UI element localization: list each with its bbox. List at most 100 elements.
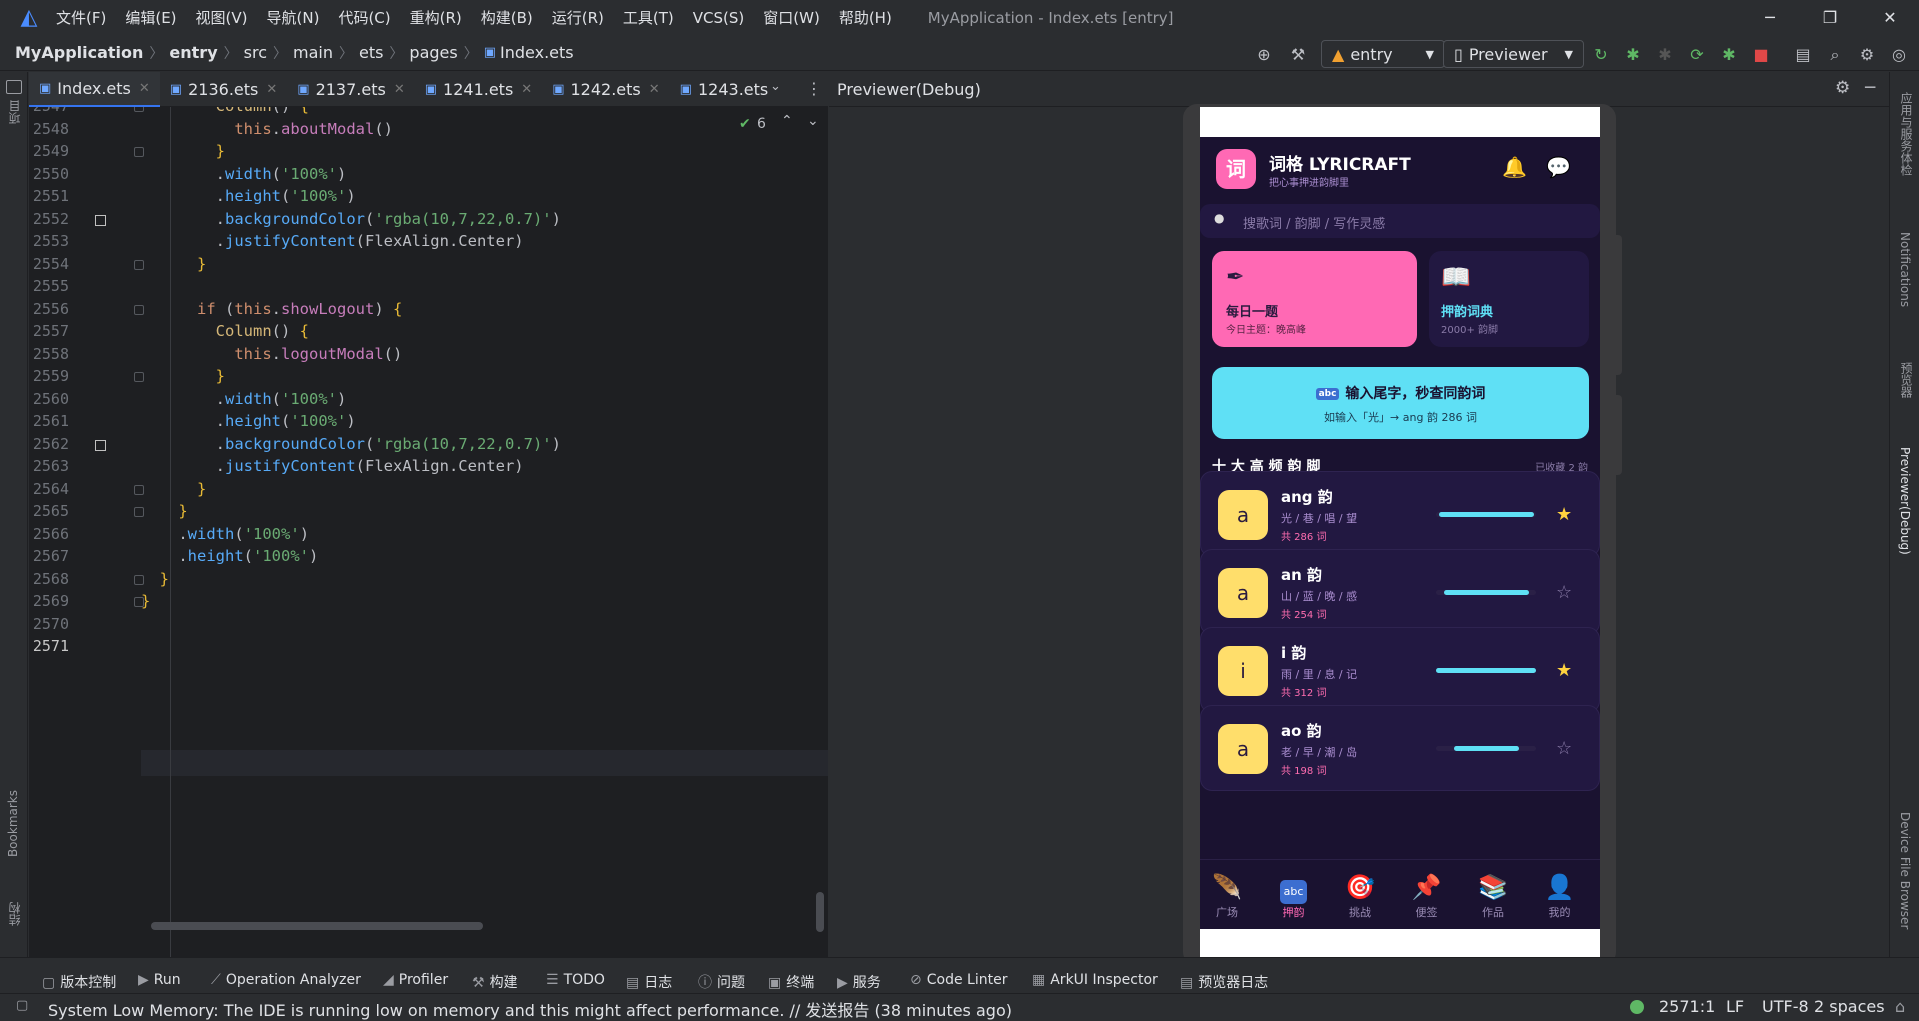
crumb-file[interactable]: Index.ets: [500, 43, 574, 62]
tab-作品[interactable]: 📚 作品: [1468, 872, 1518, 920]
caret-position[interactable]: 2571:1: [1659, 997, 1715, 1016]
line-separator[interactable]: LF: [1726, 997, 1744, 1016]
color-swatch-icon[interactable]: [95, 439, 106, 451]
tab-overflow-icon[interactable]: ⌄: [770, 79, 781, 94]
tab-我的[interactable]: 👤 我的: [1535, 872, 1585, 920]
tab-便签[interactable]: 📌 便签: [1402, 872, 1452, 920]
device-file-browser-label[interactable]: Device File Browser: [1898, 812, 1912, 929]
close-icon[interactable]: ✕: [1860, 0, 1919, 35]
list-item[interactable]: a ao 韵老 / 早 / 潮 / 岛共 198 词 ☆: [1200, 705, 1600, 791]
reload-icon[interactable]: ⟳: [1686, 45, 1708, 65]
close-icon[interactable]: ✕: [521, 82, 532, 97]
tab-挑战[interactable]: 🎯 挑战: [1335, 872, 1385, 920]
warning-count[interactable]: 6: [757, 116, 766, 132]
tab-2136-ets[interactable]: ▣ 2136.ets ✕: [160, 72, 287, 107]
list-item[interactable]: i i 韵雨 / 里 / 息 / 记共 312 词 ★: [1200, 627, 1600, 713]
close-icon[interactable]: ✕: [394, 82, 405, 97]
code-editor[interactable]: 2547 2548 2549 2550 2551 2552 2553 2554 2555 2556…: [29, 107, 828, 957]
bell-icon[interactable]: 🔔: [1502, 155, 1527, 179]
chat-icon[interactable]: 💬: [1546, 155, 1571, 179]
tool-operation-analyzer[interactable]: ⟋ Operation Analyzer: [211, 972, 361, 988]
tool-日志[interactable]: ▤ 日志: [626, 972, 672, 992]
tool-终端[interactable]: ▣ 终端: [768, 972, 814, 992]
tool-code-linter[interactable]: ⊘ Code Linter: [910, 972, 1007, 988]
next-highlight-icon[interactable]: ⌄: [807, 113, 819, 129]
minimize-icon[interactable]: ─: [1740, 0, 1800, 35]
tool-arkui-inspector[interactable]: ▦ ArkUI Inspector: [1032, 972, 1158, 988]
search-bar[interactable]: ● 搜歌词 / 韵脚 / 写作灵感: [1200, 204, 1600, 238]
project-tool-label[interactable]: 项目: [6, 100, 23, 124]
menu-item[interactable]: 导航(N): [267, 7, 320, 28]
tab-广场[interactable]: 🪶 广场: [1202, 872, 1252, 920]
tool-profiler[interactable]: ◢ Profiler: [383, 972, 448, 988]
account-icon[interactable]: ◎: [1888, 45, 1910, 65]
minimize-panel-icon[interactable]: ─: [1865, 78, 1875, 98]
close-icon[interactable]: ✕: [649, 82, 660, 97]
module-select[interactable]: ▲ entry ▼: [1321, 40, 1445, 68]
previewer-debug-tool-label[interactable]: Previewer(Debug): [1898, 447, 1912, 555]
star-outline-icon[interactable]: ☆: [1556, 738, 1572, 759]
crumb-project[interactable]: MyApplication: [15, 43, 143, 62]
menu-item[interactable]: 帮助(H): [839, 7, 892, 28]
tool-问题[interactable]: ⓘ 问题: [698, 972, 745, 992]
file-encoding[interactable]: UTF-8: [1762, 997, 1809, 1016]
inspection-ok-icon[interactable]: ✔: [739, 116, 751, 132]
rhyme-lookup-banner[interactable]: abc 输入尾字，秒查同韵词 如输入「光」→ ang 韵 286 词: [1212, 367, 1589, 439]
structure-tool-label[interactable]: 结构: [6, 902, 23, 926]
hammer-icon[interactable]: ⚒: [1287, 45, 1309, 65]
menu-item[interactable]: 窗口(W): [763, 7, 820, 28]
maximize-icon[interactable]: ❐: [1800, 0, 1860, 35]
bookmarks-tool-label[interactable]: Bookmarks: [6, 790, 20, 857]
tool-预览器日志[interactable]: ▤ 预览器日志: [1180, 972, 1268, 992]
device-manager-icon[interactable]: ▤: [1792, 45, 1814, 65]
panel-toggle-icon[interactable]: ▢: [16, 998, 28, 1013]
gear-icon[interactable]: ⚙: [1856, 45, 1878, 65]
crumb-module[interactable]: entry: [169, 43, 217, 62]
star-filled-icon[interactable]: ★: [1556, 660, 1572, 681]
star-filled-icon[interactable]: ★: [1556, 504, 1572, 525]
tab-1242-ets[interactable]: ▣ 1242.ets ✕: [542, 72, 669, 107]
menu-item[interactable]: 视图(V): [196, 7, 248, 28]
menu-item[interactable]: VCS(S): [693, 9, 744, 27]
crumb-main[interactable]: main: [293, 43, 333, 62]
search-icon[interactable]: ⌕: [1824, 45, 1846, 65]
tool-todo[interactable]: ☰ TODO: [546, 972, 605, 988]
prev-highlight-icon[interactable]: ⌃: [781, 113, 793, 129]
tab-押韵[interactable]: abc 押韵: [1269, 872, 1319, 920]
attach-debugger-icon[interactable]: ✱: [1654, 45, 1676, 65]
list-item[interactable]: a ang 韵光 / 巷 / 唱 / 望共 286 词 ★: [1200, 471, 1600, 557]
vertical-scrollbar[interactable]: [816, 892, 824, 932]
tab-1243-ets[interactable]: ▣ 1243.ets: [670, 72, 779, 107]
preview-tool-label[interactable]: 预览器: [1898, 362, 1915, 398]
menu-item[interactable]: 文件(F): [56, 7, 106, 28]
menu-item[interactable]: 代码(C): [338, 7, 390, 28]
tool-版本控制[interactable]: ▢ 版本控制: [42, 972, 116, 992]
debug-icon[interactable]: ✱: [1622, 45, 1644, 65]
close-icon[interactable]: ✕: [139, 81, 150, 96]
crumb-pages[interactable]: pages: [409, 43, 457, 62]
status-message[interactable]: System Low Memory: The IDE is running lo…: [48, 997, 1012, 1021]
folder-icon[interactable]: [6, 80, 22, 94]
tab-1241-ets[interactable]: ▣ 1241.ets ✕: [415, 72, 542, 107]
horizontal-scrollbar[interactable]: [151, 922, 483, 930]
menu-item[interactable]: 运行(R): [552, 7, 604, 28]
menu-item[interactable]: 重构(R): [410, 7, 462, 28]
menu-item[interactable]: 编辑(E): [125, 7, 176, 28]
stop-icon[interactable]: ■: [1750, 45, 1772, 65]
star-outline-icon[interactable]: ☆: [1556, 582, 1572, 603]
services-tool-label[interactable]: 应用与服务体检: [1898, 92, 1915, 176]
tool-服务[interactable]: ▶ 服务: [837, 972, 881, 992]
tool-构建[interactable]: ⚒ 构建: [472, 972, 518, 992]
rhyme-dict-card[interactable]: 📖 押韵词典 2000+ 韵脚: [1429, 251, 1589, 347]
rerun-icon[interactable]: ↻: [1590, 45, 1612, 65]
target-icon[interactable]: ⊕: [1253, 45, 1275, 65]
daily-prompt-card[interactable]: ✒ 每日一题 今日主题：晚高峰: [1212, 251, 1417, 347]
more-icon[interactable]: ⋮: [806, 79, 822, 98]
menu-item[interactable]: 工具(T): [623, 7, 674, 28]
tool-run[interactable]: ▶ Run: [138, 972, 181, 988]
notifications-tool-label[interactable]: Notifications: [1898, 232, 1912, 307]
status-ok-icon[interactable]: [1630, 1000, 1644, 1014]
tab-Index-ets[interactable]: ▣ Index.ets ✕: [29, 71, 160, 107]
indent-setting[interactable]: 2 spaces: [1814, 997, 1885, 1016]
tab-2137-ets[interactable]: ▣ 2137.ets ✕: [287, 72, 414, 107]
